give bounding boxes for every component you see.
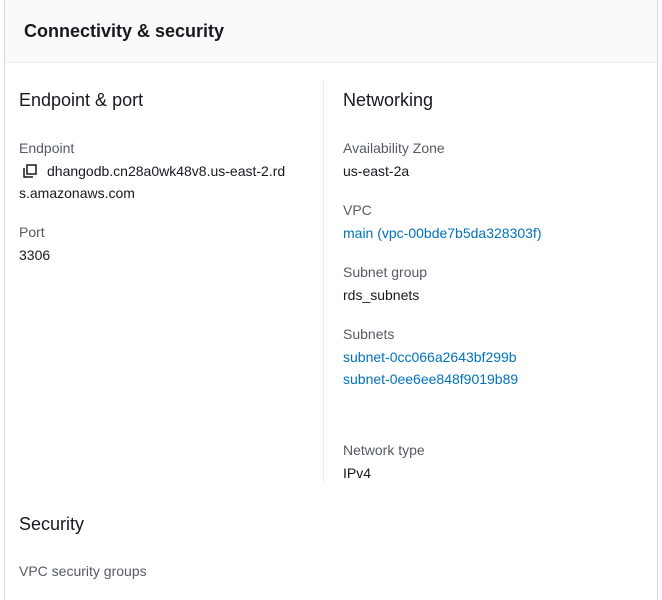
vpc-label: VPC [343, 202, 372, 218]
network-type-value: IPv4 [343, 465, 372, 481]
network-type-label: Network type [343, 442, 425, 458]
panel-title: Connectivity & security [24, 21, 225, 41]
subnets-label: Subnets [343, 326, 395, 342]
availability-zone-label: Availability Zone [343, 140, 445, 156]
vpc-field: VPC main (vpc-00bde7b5da328303f) [343, 200, 541, 244]
endpoint-value-continued: s.amazonaws.com [19, 185, 135, 201]
port-label: Port [19, 224, 45, 240]
network-type-field: Network type IPv4 [343, 440, 425, 484]
subnets-field: Subnets subnet-0cc066a2643bf299b subnet-… [343, 324, 518, 390]
subnet-group-field: Subnet group rds_subnets [343, 262, 427, 306]
column-divider [323, 80, 324, 483]
endpoint-port-column: Endpoint & port Endpoint dhangodb.cn28a0… [19, 88, 304, 263]
copy-icon[interactable] [23, 164, 37, 178]
subnet-link[interactable]: subnet-0cc066a2643bf299b [343, 346, 518, 368]
endpoint-port-heading: Endpoint & port [19, 90, 144, 110]
port-value: 3306 [19, 247, 51, 263]
endpoint-value-row: dhangodb.cn28a0wk48v8.us-east-2.rd [19, 160, 304, 182]
vpc-link[interactable]: main (vpc-00bde7b5da328303f) [343, 222, 541, 244]
subnet-group-label: Subnet group [343, 264, 428, 280]
endpoint-value: dhangodb.cn28a0wk48v8.us-east-2.rd [47, 163, 286, 179]
vpc-security-groups-label: VPC security groups [19, 563, 147, 579]
subnet-group-value: rds_subnets [343, 287, 420, 303]
availability-zone-value: us-east-2a [343, 163, 410, 179]
endpoint-label: Endpoint [19, 140, 75, 156]
security-heading: Security [19, 514, 85, 534]
availability-zone-field: Availability Zone us-east-2a [343, 138, 445, 182]
endpoint-field: Endpoint dhangodb.cn28a0wk48v8.us-east-2… [19, 138, 304, 204]
networking-column: Networking Availability Zone us-east-2a … [343, 88, 633, 481]
subnet-link[interactable]: subnet-0ee6ee848f9019b89 [343, 368, 518, 390]
port-field: Port 3306 [19, 222, 50, 266]
panel-header: Connectivity & security [5, 0, 657, 63]
networking-heading: Networking [343, 90, 434, 110]
